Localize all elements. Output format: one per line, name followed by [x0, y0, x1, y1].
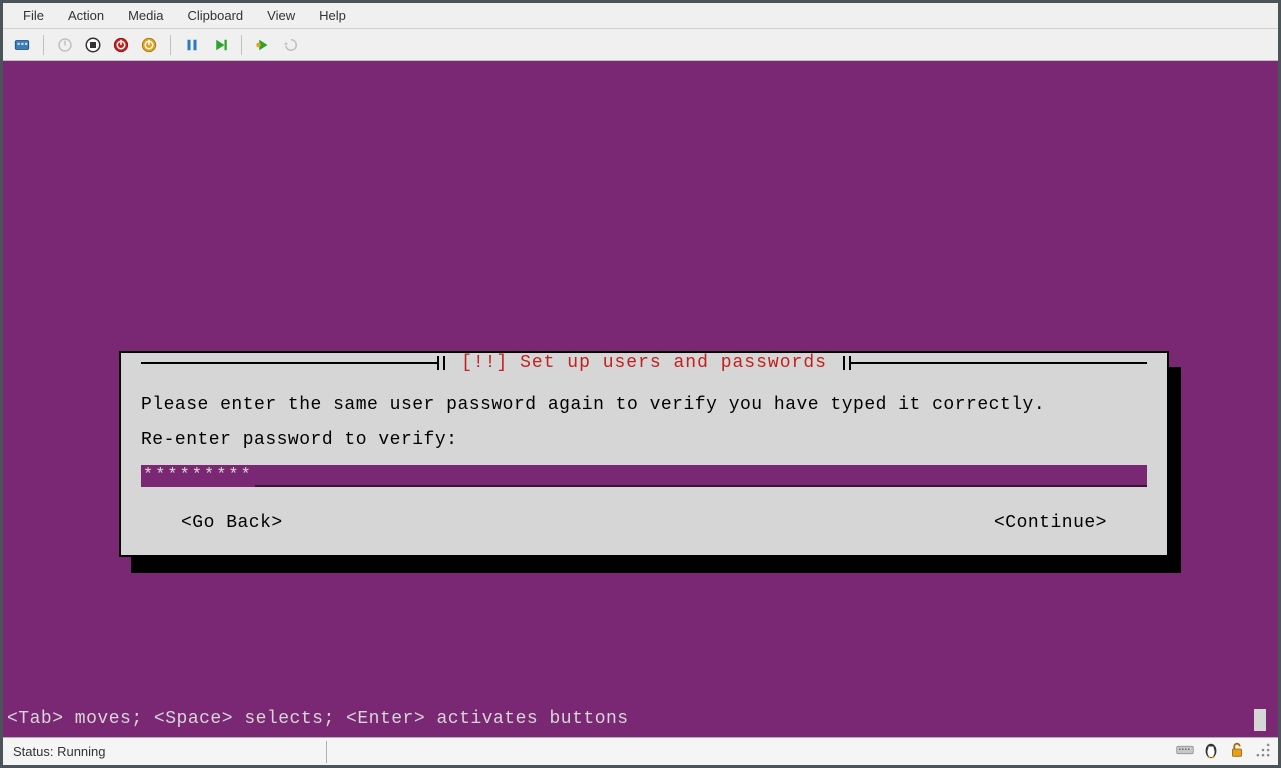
keyboard-icon: [1176, 741, 1194, 762]
cursor-block: [1254, 709, 1266, 731]
toolbar: [3, 29, 1278, 61]
menu-clipboard[interactable]: Clipboard: [176, 4, 256, 27]
save-button[interactable]: [136, 32, 162, 58]
dialog-prompt: Re-enter password to verify:: [141, 426, 1147, 455]
vm-display[interactable]: [!!] Set up users and passwords Please e…: [3, 61, 1278, 737]
revert-button: [278, 32, 304, 58]
toolbar-separator: [43, 35, 44, 55]
resize-grip-icon[interactable]: [1254, 741, 1272, 762]
menu-help[interactable]: Help: [307, 4, 358, 27]
pause-button[interactable]: [179, 32, 205, 58]
turn-off-button[interactable]: [80, 32, 106, 58]
continue-button[interactable]: <Continue>: [994, 513, 1107, 533]
status-tray: [1176, 741, 1278, 762]
checkpoint-button[interactable]: [250, 32, 276, 58]
installer-dialog: [!!] Set up users and passwords Please e…: [119, 351, 1169, 557]
menu-action[interactable]: Action: [56, 4, 116, 27]
menu-media[interactable]: Media: [116, 4, 175, 27]
dialog-title: [!!] Set up users and passwords: [445, 353, 842, 373]
hint-line: <Tab> moves; <Space> selects; <Enter> ac…: [7, 707, 1266, 731]
go-back-button[interactable]: <Go Back>: [181, 513, 283, 533]
ctrl-alt-del-button[interactable]: [9, 32, 35, 58]
penguin-icon: [1202, 741, 1220, 762]
dialog-instruction: Please enter the same user password agai…: [141, 391, 1147, 420]
menu-view[interactable]: View: [255, 4, 307, 27]
hint-text: <Tab> moves; <Space> selects; <Enter> ac…: [7, 709, 629, 729]
status-label: Status: Running: [3, 744, 116, 759]
toolbar-separator: [241, 35, 242, 55]
menu-bar: File Action Media Clipboard View Help: [3, 3, 1278, 29]
start-button: [52, 32, 78, 58]
lock-open-icon[interactable]: [1228, 741, 1246, 762]
password-fill: [255, 465, 1147, 487]
shut-down-button[interactable]: [108, 32, 134, 58]
toolbar-separator: [170, 35, 171, 55]
password-masked: *********: [141, 465, 255, 487]
status-separator: [326, 741, 327, 763]
status-bar: Status: Running: [3, 737, 1278, 765]
reset-button[interactable]: [207, 32, 233, 58]
password-input[interactable]: *********: [141, 465, 1147, 487]
menu-file[interactable]: File: [11, 4, 56, 27]
